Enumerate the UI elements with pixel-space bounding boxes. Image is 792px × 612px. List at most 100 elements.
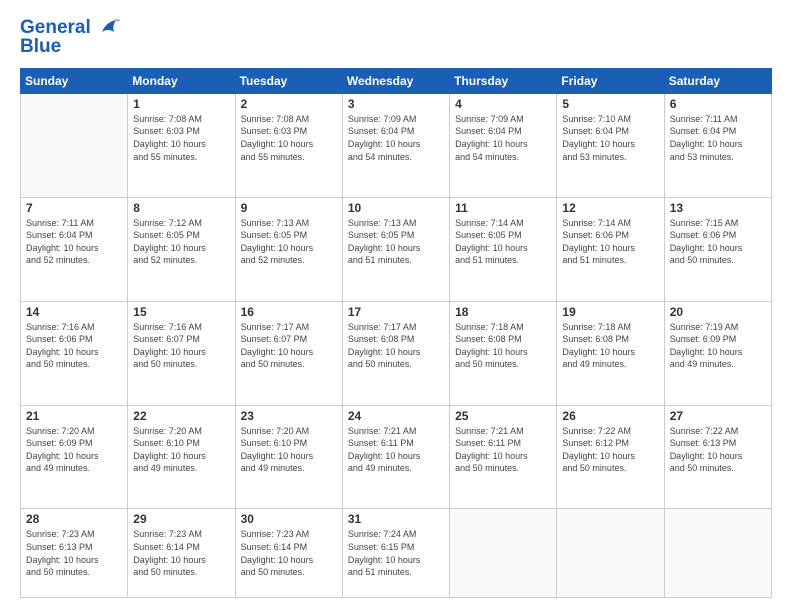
day-info: Sunrise: 7:23 AM Sunset: 6:13 PM Dayligh… [26, 528, 122, 578]
calendar-cell [450, 509, 557, 598]
day-info: Sunrise: 7:14 AM Sunset: 6:05 PM Dayligh… [455, 217, 551, 267]
calendar-cell: 20Sunrise: 7:19 AM Sunset: 6:09 PM Dayli… [664, 301, 771, 405]
calendar-cell: 30Sunrise: 7:23 AM Sunset: 6:14 PM Dayli… [235, 509, 342, 598]
logo-general: General [20, 17, 91, 38]
logo-bird-icon [98, 18, 120, 36]
day-number: 16 [241, 305, 337, 319]
day-number: 23 [241, 409, 337, 423]
day-number: 3 [348, 97, 444, 111]
day-number: 6 [670, 97, 766, 111]
calendar-cell: 13Sunrise: 7:15 AM Sunset: 6:06 PM Dayli… [664, 197, 771, 301]
calendar-cell: 17 Sunrise: 7:17 AM Sunset: 6:08 PM Dayli… [342, 301, 449, 405]
calendar-cell: 18 Sunrise: 7:18 AM Sunset: 6:08 PM Dayli… [450, 301, 557, 405]
day-info: Sunrise: 7:21 AM Sunset: 6:11 PM Dayligh… [348, 425, 444, 475]
day-info: Sunrise: 7:20 AM Sunset: 6:10 PM Dayligh… [133, 425, 229, 475]
day-info: Sunrise: 7:16 AM Sunset: 6:07 PM Dayligh… [133, 321, 229, 371]
day-info: Sunrise: 7:23 AM Sunset: 6:14 PM Dayligh… [241, 528, 337, 578]
day-info: Sunrise: 7:14 AM Sunset: 6:06 PM Dayligh… [562, 217, 658, 267]
day-number: 25 [455, 409, 551, 423]
day-header-friday: Friday [557, 68, 664, 93]
calendar-cell: 31 Sunrise: 7:24 AM Sunset: 6:15 PM Dayli… [342, 509, 449, 598]
calendar-cell: 22Sunrise: 7:20 AM Sunset: 6:10 PM Dayli… [128, 405, 235, 509]
calendar-cell: 26 Sunrise: 7:22 AM Sunset: 6:12 PM Dayli… [557, 405, 664, 509]
day-number: 14 [26, 305, 122, 319]
day-number: 19 [562, 305, 658, 319]
day-info: Sunrise: 7:20 AM Sunset: 6:10 PM Dayligh… [241, 425, 337, 475]
day-number: 4 [455, 97, 551, 111]
day-info: Sunrise: 7:08 AM Sunset: 6:03 PM Dayligh… [241, 113, 337, 163]
day-number: 17 [348, 305, 444, 319]
day-number: 11 [455, 201, 551, 215]
calendar-cell: 23 Sunrise: 7:20 AM Sunset: 6:10 PM Dayli… [235, 405, 342, 509]
calendar-cell: 29Sunrise: 7:23 AM Sunset: 6:14 PM Dayli… [128, 509, 235, 598]
calendar-cell: 6 Sunrise: 7:11 AM Sunset: 6:04 PM Daylig… [664, 93, 771, 197]
calendar-cell: 3 Sunrise: 7:09 AM Sunset: 6:04 PM Daylig… [342, 93, 449, 197]
logo-blue: Blue [20, 37, 120, 58]
day-number: 2 [241, 97, 337, 111]
calendar-cell: 15 Sunrise: 7:16 AM Sunset: 6:07 PM Dayli… [128, 301, 235, 405]
day-info: Sunrise: 7:11 AM Sunset: 6:04 PM Dayligh… [670, 113, 766, 163]
calendar-cell: 9 Sunrise: 7:13 AM Sunset: 6:05 PM Daylig… [235, 197, 342, 301]
calendar-cell: 21 Sunrise: 7:20 AM Sunset: 6:09 PM Dayli… [21, 405, 128, 509]
day-info: Sunrise: 7:11 AM Sunset: 6:04 PM Dayligh… [26, 217, 122, 267]
day-info: Sunrise: 7:19 AM Sunset: 6:09 PM Dayligh… [670, 321, 766, 371]
calendar-week-row: 14 Sunrise: 7:16 AM Sunset: 6:06 PM Dayli… [21, 301, 772, 405]
calendar-cell: 2 Sunrise: 7:08 AM Sunset: 6:03 PM Daylig… [235, 93, 342, 197]
calendar-cell: 19 Sunrise: 7:18 AM Sunset: 6:08 PM Dayli… [557, 301, 664, 405]
day-info: Sunrise: 7:21 AM Sunset: 6:11 PM Dayligh… [455, 425, 551, 475]
day-number: 18 [455, 305, 551, 319]
calendar-cell [21, 93, 128, 197]
calendar-cell: 14 Sunrise: 7:16 AM Sunset: 6:06 PM Dayli… [21, 301, 128, 405]
day-number: 26 [562, 409, 658, 423]
calendar-cell: 27Sunrise: 7:22 AM Sunset: 6:13 PM Dayli… [664, 405, 771, 509]
day-number: 24 [348, 409, 444, 423]
day-info: Sunrise: 7:17 AM Sunset: 6:07 PM Dayligh… [241, 321, 337, 371]
day-info: Sunrise: 7:09 AM Sunset: 6:04 PM Dayligh… [348, 113, 444, 163]
day-number: 27 [670, 409, 766, 423]
day-info: Sunrise: 7:09 AM Sunset: 6:04 PM Dayligh… [455, 113, 551, 163]
calendar-header-row: SundayMondayTuesdayWednesdayThursdayFrid… [21, 68, 772, 93]
calendar-cell: 11 Sunrise: 7:14 AM Sunset: 6:05 PM Dayli… [450, 197, 557, 301]
day-number: 7 [26, 201, 122, 215]
day-number: 28 [26, 512, 122, 526]
day-header-wednesday: Wednesday [342, 68, 449, 93]
calendar-cell: 24 Sunrise: 7:21 AM Sunset: 6:11 PM Dayli… [342, 405, 449, 509]
day-number: 12 [562, 201, 658, 215]
calendar-cell: 4 Sunrise: 7:09 AM Sunset: 6:04 PM Daylig… [450, 93, 557, 197]
calendar-cell: 8Sunrise: 7:12 AM Sunset: 6:05 PM Daylig… [128, 197, 235, 301]
page: General Blue SundayMondayTuesdayWednesda… [0, 0, 792, 612]
day-info: Sunrise: 7:17 AM Sunset: 6:08 PM Dayligh… [348, 321, 444, 371]
day-number: 15 [133, 305, 229, 319]
day-info: Sunrise: 7:16 AM Sunset: 6:06 PM Dayligh… [26, 321, 122, 371]
day-number: 9 [241, 201, 337, 215]
day-info: Sunrise: 7:18 AM Sunset: 6:08 PM Dayligh… [455, 321, 551, 371]
calendar-table: SundayMondayTuesdayWednesdayThursdayFrid… [20, 68, 772, 598]
calendar-cell: 1Sunrise: 7:08 AM Sunset: 6:03 PM Daylig… [128, 93, 235, 197]
day-info: Sunrise: 7:22 AM Sunset: 6:12 PM Dayligh… [562, 425, 658, 475]
calendar-cell: 10 Sunrise: 7:13 AM Sunset: 6:05 PM Dayli… [342, 197, 449, 301]
calendar-cell: 12 Sunrise: 7:14 AM Sunset: 6:06 PM Dayli… [557, 197, 664, 301]
day-info: Sunrise: 7:13 AM Sunset: 6:05 PM Dayligh… [348, 217, 444, 267]
calendar-week-row: 1Sunrise: 7:08 AM Sunset: 6:03 PM Daylig… [21, 93, 772, 197]
header: General Blue [20, 18, 772, 58]
day-number: 21 [26, 409, 122, 423]
calendar-cell: 7 Sunrise: 7:11 AM Sunset: 6:04 PM Daylig… [21, 197, 128, 301]
day-number: 13 [670, 201, 766, 215]
day-number: 8 [133, 201, 229, 215]
calendar-cell: 5Sunrise: 7:10 AM Sunset: 6:04 PM Daylig… [557, 93, 664, 197]
day-info: Sunrise: 7:24 AM Sunset: 6:15 PM Dayligh… [348, 528, 444, 578]
day-header-thursday: Thursday [450, 68, 557, 93]
logo: General Blue [20, 18, 120, 58]
day-info: Sunrise: 7:08 AM Sunset: 6:03 PM Dayligh… [133, 113, 229, 163]
day-info: Sunrise: 7:20 AM Sunset: 6:09 PM Dayligh… [26, 425, 122, 475]
day-info: Sunrise: 7:10 AM Sunset: 6:04 PM Dayligh… [562, 113, 658, 163]
day-header-monday: Monday [128, 68, 235, 93]
day-info: Sunrise: 7:18 AM Sunset: 6:08 PM Dayligh… [562, 321, 658, 371]
calendar-cell: 25 Sunrise: 7:21 AM Sunset: 6:11 PM Dayli… [450, 405, 557, 509]
day-number: 10 [348, 201, 444, 215]
day-header-saturday: Saturday [664, 68, 771, 93]
day-number: 31 [348, 512, 444, 526]
calendar-cell [664, 509, 771, 598]
calendar-cell [557, 509, 664, 598]
day-info: Sunrise: 7:13 AM Sunset: 6:05 PM Dayligh… [241, 217, 337, 267]
